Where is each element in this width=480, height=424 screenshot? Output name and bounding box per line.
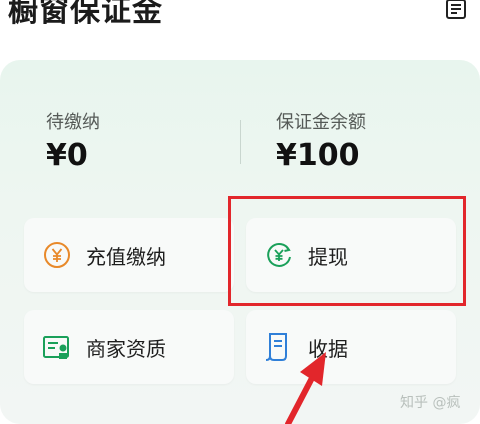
pending-value: ¥0 xyxy=(46,138,88,173)
watermark: 知乎 @疯 xyxy=(400,395,461,411)
annotation-highlight-box xyxy=(228,196,466,306)
page-title: 橱窗保证金 xyxy=(8,0,163,29)
receipt-button[interactable]: 收据 xyxy=(246,310,456,384)
merchant-qualification-button[interactable]: 商家资质 xyxy=(24,310,234,384)
balance-value: ¥100 xyxy=(276,138,360,173)
pending-label: 待缴纳 xyxy=(46,112,100,133)
merchant-qualification-label: 商家资质 xyxy=(86,336,166,361)
qualification-card-icon xyxy=(42,332,72,362)
balance-label: 保证金余额 xyxy=(276,112,366,133)
recharge-label: 充值缴纳 xyxy=(86,244,166,269)
yen-coin-icon xyxy=(42,240,72,270)
document-list-icon[interactable] xyxy=(444,0,468,20)
stats-divider xyxy=(240,120,241,164)
receipt-icon xyxy=(264,332,294,362)
receipt-label: 收据 xyxy=(308,336,348,361)
recharge-button[interactable]: 充值缴纳 xyxy=(24,218,234,292)
